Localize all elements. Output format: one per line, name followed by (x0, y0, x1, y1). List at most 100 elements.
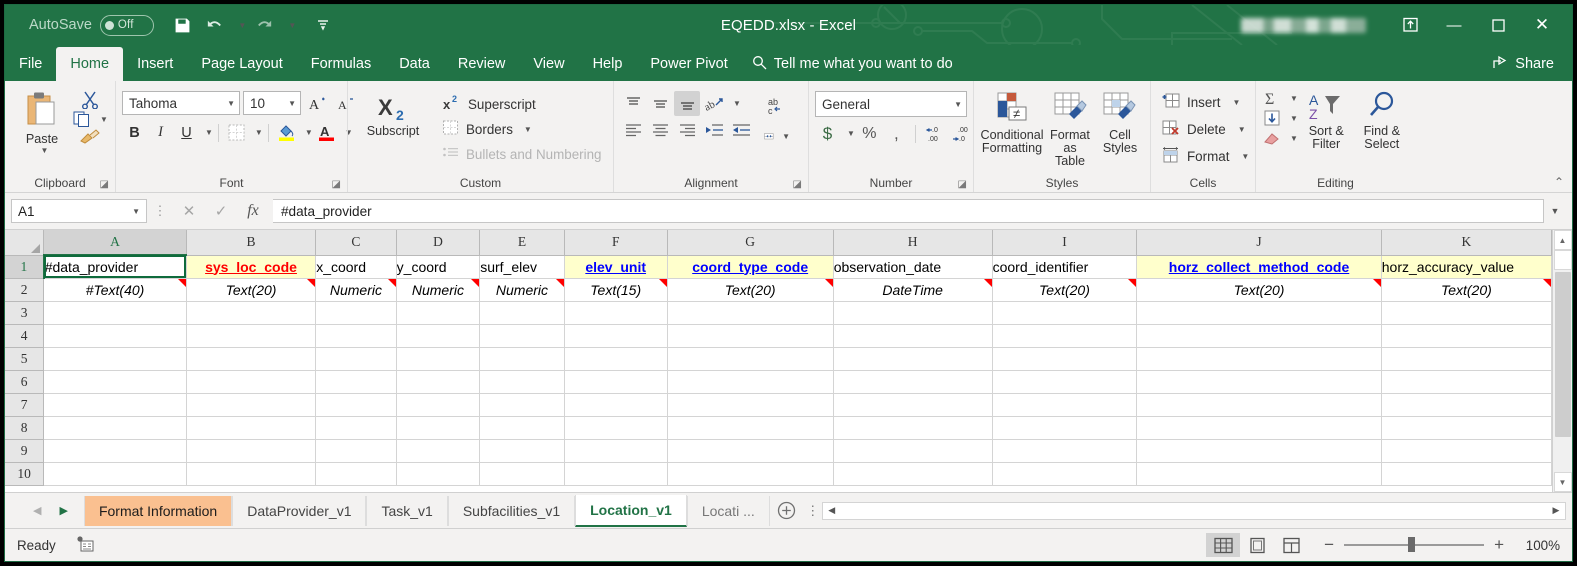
horizontal-scrollbar[interactable]: ◀ ▶ (821, 501, 1566, 520)
sheet-tab-location-v1[interactable]: Location_v1 (575, 494, 687, 527)
row-header-2[interactable]: 2 (5, 278, 45, 302)
row-header-4[interactable]: 4 (5, 324, 45, 348)
cell-c7[interactable] (315, 393, 397, 417)
scroll-down-icon[interactable]: ▼ (1553, 472, 1572, 492)
cell-c1[interactable]: x_coord (315, 255, 397, 279)
vertical-scroll-thumb[interactable] (1554, 272, 1571, 437)
cell-d8[interactable] (396, 416, 481, 440)
wrap-text-icon[interactable]: ab c (764, 93, 790, 118)
percent-style-icon[interactable]: % (857, 121, 882, 146)
borders-button[interactable] (224, 120, 249, 145)
sheet-tab-subfacilities-v1[interactable]: Subfacilities_v1 (447, 495, 576, 526)
cell-b8[interactable] (186, 416, 317, 440)
cell-h8[interactable] (833, 416, 993, 440)
zoom-in-button[interactable]: + (1494, 535, 1504, 555)
number-format-combo[interactable]: General ▼ (815, 91, 967, 117)
cancel-icon[interactable]: ✕ (173, 199, 205, 223)
font-color-button[interactable]: A (314, 120, 339, 145)
hscroll-right-icon[interactable]: ▶ (1547, 505, 1565, 516)
align-left-icon[interactable] (620, 118, 646, 143)
bold-button[interactable]: B (122, 120, 147, 145)
cell-a8[interactable] (43, 416, 187, 440)
cell-a7[interactable] (43, 393, 187, 417)
cell-d2[interactable]: Numeric (396, 278, 481, 302)
align-right-icon[interactable] (674, 118, 700, 143)
vertical-scrollbar[interactable]: ▲ ▼ (1552, 230, 1572, 492)
cell-a3[interactable] (43, 301, 187, 325)
maximize-button[interactable] (1476, 10, 1520, 40)
cell-d5[interactable] (396, 347, 481, 371)
cell-g8[interactable] (667, 416, 834, 440)
cell-k4[interactable] (1381, 324, 1552, 348)
row-header-10[interactable]: 10 (5, 462, 45, 486)
cell-f1[interactable]: elev_unit (564, 255, 668, 279)
hscroll-left-icon[interactable]: ◀ (823, 505, 841, 516)
tell-me-search[interactable]: Tell me what you want to do (742, 47, 963, 81)
cell-i4[interactable] (992, 324, 1138, 348)
cell-styles-button[interactable]: Cell Styles (1096, 89, 1144, 157)
insert-function-icon[interactable]: fx (237, 199, 269, 223)
comma-style-icon[interactable]: , (884, 121, 909, 146)
column-header-k[interactable]: K (1381, 230, 1552, 256)
copy-icon[interactable]: ▼ (73, 111, 108, 127)
align-center-icon[interactable] (647, 118, 673, 143)
zoom-level[interactable]: 100% (1514, 538, 1560, 553)
sort-and-filter-button[interactable]: A Z Sort & Filter (1300, 89, 1353, 153)
paste-button[interactable]: Paste ▼ (11, 89, 73, 157)
underline-button[interactable]: U (174, 120, 199, 145)
sheet-tab-task-v1[interactable]: Task_v1 (366, 495, 448, 526)
decrease-indent-icon[interactable] (701, 118, 727, 143)
superscript-button[interactable]: x2 Superscript (442, 92, 601, 116)
cell-j7[interactable] (1136, 393, 1382, 417)
conditional-formatting-button[interactable]: ≠ Conditional Formatting (980, 89, 1044, 157)
cell-d1[interactable]: y_coord (396, 255, 481, 279)
cell-g6[interactable] (667, 370, 834, 394)
cell-h1[interactable]: observation_date (833, 255, 993, 279)
collapse-ribbon-icon[interactable]: ⌃ (1554, 175, 1564, 189)
cell-f3[interactable] (564, 301, 668, 325)
cell-h10[interactable] (833, 462, 993, 486)
cell-k3[interactable] (1381, 301, 1552, 325)
cell-f5[interactable] (564, 347, 668, 371)
cell-e8[interactable] (479, 416, 565, 440)
bottom-align-icon[interactable] (674, 91, 700, 116)
find-and-select-button[interactable]: Find & Select (1355, 89, 1409, 153)
cell-b3[interactable] (186, 301, 317, 325)
delete-cells-dropdown-icon[interactable]: ▼ (1238, 125, 1246, 134)
alignment-dialog-launcher-icon[interactable]: ◪ (793, 179, 802, 190)
fill-color-dropdown-icon[interactable]: ▼ (305, 128, 313, 137)
enter-icon[interactable]: ✓ (205, 199, 237, 223)
format-cells-button[interactable]: Format ▼ (1157, 143, 1253, 170)
sheet-tab-dataprovider-v1[interactable]: DataProvider_v1 (232, 495, 367, 526)
number-dialog-launcher-icon[interactable]: ◪ (958, 179, 967, 190)
tab-insert[interactable]: Insert (123, 47, 187, 81)
column-header-g[interactable]: G (667, 230, 834, 256)
orientation-icon[interactable]: ab (701, 91, 727, 116)
cell-c2[interactable]: Numeric (315, 278, 397, 302)
font-family-combo[interactable]: Tahoma ▼ (122, 91, 240, 115)
cell-f9[interactable] (564, 439, 668, 463)
cell-b10[interactable] (186, 462, 317, 486)
cell-d3[interactable] (396, 301, 481, 325)
column-header-a[interactable]: A (43, 230, 187, 256)
format-painter-icon[interactable] (73, 129, 108, 145)
cell-g7[interactable] (667, 393, 834, 417)
row-header-5[interactable]: 5 (5, 347, 45, 371)
tab-view[interactable]: View (519, 47, 578, 81)
cell-h4[interactable] (833, 324, 993, 348)
cell-j10[interactable] (1136, 462, 1382, 486)
zoom-slider-thumb[interactable] (1408, 537, 1416, 553)
cell-e9[interactable] (479, 439, 565, 463)
cell-h6[interactable] (833, 370, 993, 394)
cell-a5[interactable] (43, 347, 187, 371)
minimize-button[interactable]: — (1432, 10, 1476, 40)
cell-k8[interactable] (1381, 416, 1552, 440)
accounting-format-icon[interactable]: $ (815, 121, 840, 146)
cell-f2[interactable]: Text(15) (564, 278, 668, 302)
cell-i2[interactable]: Text(20) (992, 278, 1138, 302)
cell-i5[interactable] (992, 347, 1138, 371)
cell-e4[interactable] (479, 324, 565, 348)
cell-j6[interactable] (1136, 370, 1382, 394)
cell-g4[interactable] (667, 324, 834, 348)
cell-c5[interactable] (315, 347, 397, 371)
